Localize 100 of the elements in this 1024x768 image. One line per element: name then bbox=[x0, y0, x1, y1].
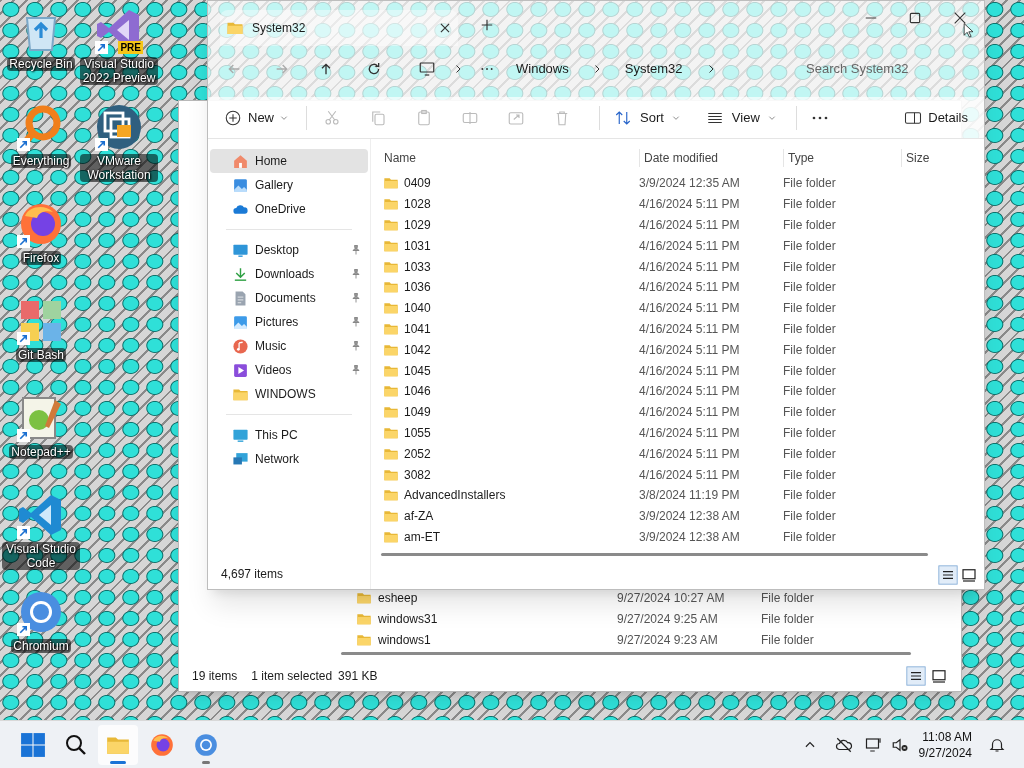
start-icon[interactable] bbox=[20, 731, 46, 758]
file-name[interactable]: 1041 bbox=[404, 319, 431, 338]
maximize-icon[interactable] bbox=[908, 11, 922, 25]
column-header[interactable]: Type bbox=[783, 149, 901, 167]
desktop-icon[interactable]: PRE bbox=[95, 6, 143, 54]
file-type: File folder bbox=[783, 445, 836, 463]
date-modified: 4/16/2024 5:11 PM bbox=[639, 320, 741, 338]
file-name[interactable]: windows31 bbox=[378, 609, 438, 628]
sidebar-item[interactable]: Home bbox=[210, 149, 368, 173]
date-modified: 4/16/2024 5:11 PM bbox=[639, 217, 741, 234]
sidebar-item[interactable]: This PC bbox=[210, 423, 368, 447]
sidebar-item[interactable]: Pictures bbox=[210, 310, 368, 334]
sidebar-item[interactable]: OneDrive bbox=[210, 197, 368, 221]
date-modified: 3/8/2024 11:19 PM bbox=[639, 487, 741, 505]
item-count: 4,697 items bbox=[220, 566, 285, 583]
file-name[interactable]: 0409 bbox=[404, 174, 431, 193]
date-modified: 3/9/2024 12:38 AM bbox=[639, 508, 741, 526]
details-button[interactable]: Details bbox=[904, 107, 968, 128]
file-type: File folder bbox=[783, 258, 836, 276]
stacked-windows-icon bbox=[95, 103, 143, 151]
tiles-view-icon[interactable] bbox=[930, 667, 948, 685]
file-type: File folder bbox=[783, 341, 836, 359]
file-type: File folder bbox=[783, 528, 836, 546]
taskbar-app-button[interactable] bbox=[98, 724, 138, 765]
date-modified: 4/16/2024 5:11 PM bbox=[639, 466, 741, 484]
column-header[interactable]: Name bbox=[381, 149, 639, 167]
play-icon bbox=[232, 361, 249, 379]
date-modified: 9/27/2024 10:27 AM bbox=[617, 589, 726, 607]
sidebar-item[interactable]: Music bbox=[210, 334, 368, 358]
details-view-icon[interactable] bbox=[906, 666, 926, 686]
cloud-off-icon[interactable] bbox=[834, 735, 853, 754]
caret-icon bbox=[767, 113, 776, 122]
item-count: 19 items bbox=[192, 668, 238, 685]
file-name[interactable]: 1042 bbox=[404, 340, 431, 359]
tab-title: System32 bbox=[252, 20, 307, 37]
file-name[interactable]: 1045 bbox=[404, 361, 431, 380]
preview-badge: PRE bbox=[118, 41, 143, 54]
date-modified: 9/27/2024 9:23 AM bbox=[617, 631, 719, 649]
search-icon[interactable] bbox=[64, 732, 88, 757]
monitor-icon[interactable] bbox=[418, 60, 436, 78]
file-type: File folder bbox=[783, 487, 836, 505]
view-button[interactable]: View bbox=[705, 107, 776, 128]
file-name[interactable]: windows1 bbox=[378, 630, 431, 649]
column-header[interactable]: Size bbox=[901, 149, 961, 167]
plus-icon[interactable] bbox=[480, 18, 494, 32]
sidebar-item[interactable]: Network bbox=[210, 447, 368, 471]
column-header[interactable]: Date modified bbox=[639, 149, 783, 167]
date-modified: 4/16/2024 5:11 PM bbox=[639, 362, 741, 380]
window-tab[interactable]: System32 bbox=[220, 10, 458, 46]
file-type: File folder bbox=[783, 237, 836, 255]
sidebar-item[interactable]: Desktop bbox=[210, 238, 368, 262]
desktop-icon-label: Recycle Bin bbox=[7, 57, 75, 71]
sort-button[interactable]: Sort bbox=[614, 107, 680, 128]
file-name[interactable]: 1036 bbox=[404, 278, 431, 297]
file-name[interactable]: 1028 bbox=[404, 195, 431, 214]
file-name[interactable]: 3082 bbox=[404, 465, 431, 484]
picture-icon bbox=[232, 313, 249, 331]
sidebar-item[interactable]: Documents bbox=[210, 286, 368, 310]
house-icon bbox=[232, 152, 249, 170]
music-note-icon bbox=[232, 337, 249, 355]
file-name[interactable]: 1033 bbox=[404, 257, 431, 276]
file-name[interactable]: 1049 bbox=[404, 403, 431, 422]
breadcrumb-link[interactable]: Windows bbox=[510, 59, 575, 79]
search-field[interactable]: Search System32 bbox=[806, 59, 956, 79]
file-name[interactable]: 1029 bbox=[404, 216, 431, 234]
file-name[interactable]: 1046 bbox=[404, 382, 431, 401]
refresh-icon[interactable] bbox=[366, 61, 382, 77]
sidebar-item[interactable]: WINDOWS bbox=[210, 382, 368, 406]
fox-globe-icon bbox=[149, 731, 175, 758]
close-icon[interactable] bbox=[438, 21, 452, 35]
file-name[interactable]: af-ZA bbox=[404, 507, 434, 526]
file-type: File folder bbox=[783, 217, 836, 234]
sidebar-item[interactable]: Gallery bbox=[210, 173, 368, 197]
ring-globe-icon bbox=[193, 731, 219, 758]
file-type: File folder bbox=[783, 196, 836, 214]
file-type: File folder bbox=[783, 362, 836, 380]
monitor-icon[interactable] bbox=[864, 735, 883, 754]
desktop-icon[interactable] bbox=[95, 103, 143, 151]
clock[interactable]: 11:08 AM 9/27/2024 bbox=[918, 728, 972, 761]
file-type: File folder bbox=[761, 589, 814, 607]
details-view-icon[interactable] bbox=[938, 565, 958, 585]
file-name[interactable]: 1040 bbox=[404, 299, 431, 318]
close-icon[interactable] bbox=[952, 10, 968, 26]
new-button[interactable]: New bbox=[224, 107, 288, 128]
breadcrumb-link[interactable]: System32 bbox=[618, 59, 689, 79]
file-name[interactable]: am-ET bbox=[404, 527, 440, 546]
file-name[interactable]: 2052 bbox=[404, 444, 431, 463]
date-modified: 4/16/2024 5:11 PM bbox=[639, 445, 741, 463]
file-name[interactable]: 1031 bbox=[404, 236, 431, 255]
file-type: File folder bbox=[783, 404, 836, 422]
desktop-icon-label: Chromium bbox=[11, 639, 71, 653]
file-name[interactable]: 1055 bbox=[404, 423, 431, 442]
sidebar-item[interactable]: Videos bbox=[210, 358, 368, 382]
tiles-view-icon[interactable] bbox=[960, 566, 978, 584]
file-type: File folder bbox=[783, 320, 836, 338]
file-name[interactable]: AdvancedInstallers bbox=[404, 486, 506, 505]
date-modified: 4/16/2024 5:11 PM bbox=[639, 237, 741, 255]
sidebar-item[interactable]: Downloads bbox=[210, 262, 368, 286]
file-type: File folder bbox=[761, 610, 814, 628]
file-name[interactable]: esheep bbox=[378, 588, 418, 607]
